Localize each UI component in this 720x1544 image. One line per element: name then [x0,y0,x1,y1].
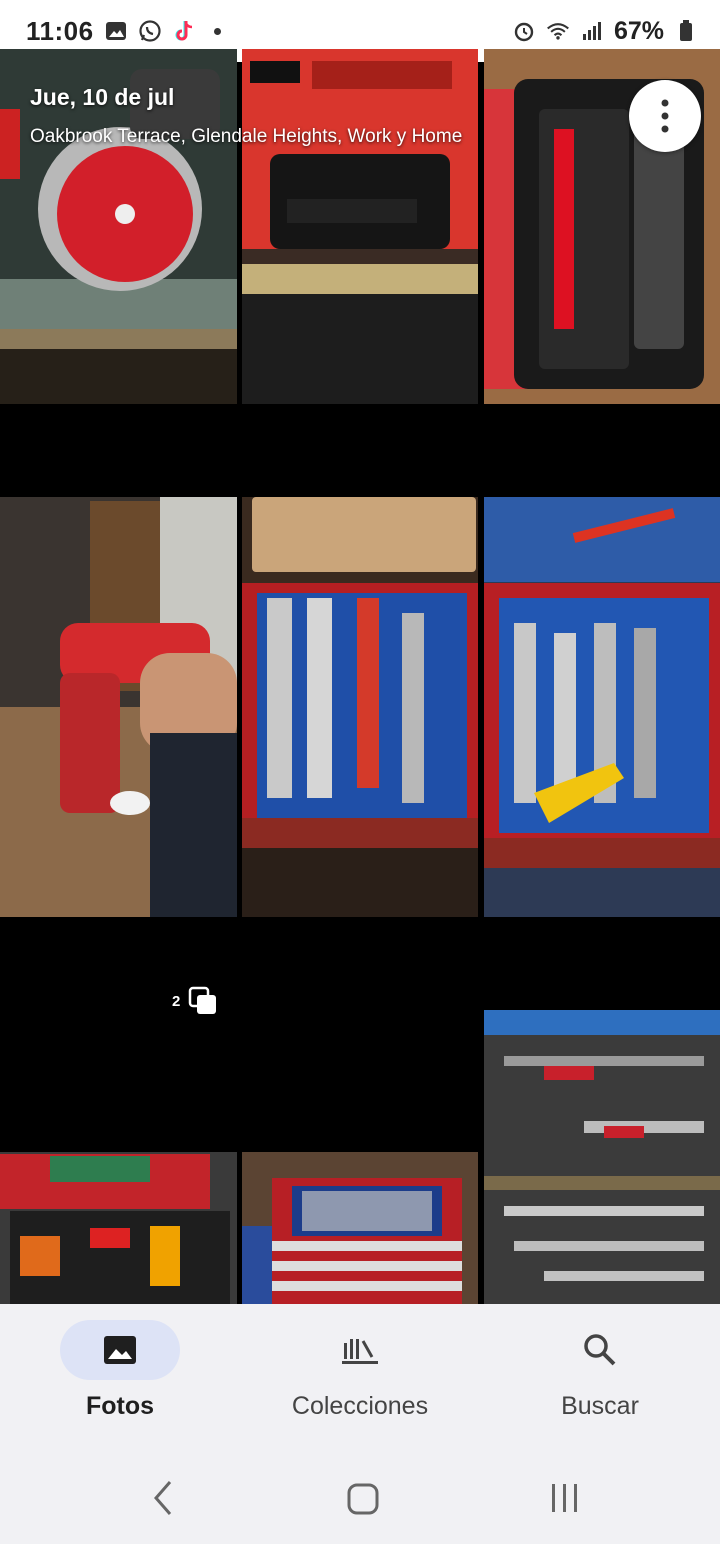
recents-button[interactable] [548,1478,582,1523]
photos-icon [104,1336,136,1364]
back-button[interactable] [150,1478,176,1523]
photo-wrench-cabinet [242,966,478,1304]
tiktok-icon [172,19,196,43]
stack-count: 2 [172,992,181,1010]
gallery-icon [104,19,128,43]
nav-collections-label: Colecciones [291,1392,429,1420]
nav-collections-pill[interactable] [300,1320,420,1380]
nav-collections[interactable]: Colecciones [260,1320,460,1421]
location-label: Oakbrook Terrace, Glendale Heights, Work… [30,126,463,147]
more-vert-icon [661,99,669,133]
photo-clamps [484,966,720,1304]
photo-heat-gun [0,453,237,960]
photo-tile[interactable] [484,453,720,960]
recents-icon [552,1484,577,1512]
photo-tile[interactable] [484,966,720,1304]
home-button[interactable] [346,1478,380,1523]
photo-pipe-wrenches [242,453,478,960]
battery-icon [674,19,698,43]
more-options-button[interactable] [629,80,701,152]
wifi-icon [546,19,570,43]
system-navigation-bar [0,1478,720,1522]
photo-tile[interactable] [242,453,478,960]
photo-tile[interactable] [0,453,237,960]
stack-icon [189,986,217,1014]
search-icon [584,1334,616,1366]
date-header: Jue, 10 de jul Oakbrook Terrace, Glendal… [30,84,462,147]
photo-adjustable-wrenches [484,453,720,960]
whatsapp-icon [138,19,162,43]
status-time: 11:06 [26,15,94,46]
battery-percent: 67% [613,16,664,45]
photo-m18-forge-box [242,49,478,447]
home-icon [347,1483,379,1515]
back-icon [154,1481,172,1515]
nav-search[interactable]: Buscar [500,1320,700,1421]
nav-photos-label: Fotos [85,1392,155,1420]
nav-search-label: Buscar [561,1392,639,1420]
photo-tile[interactable] [242,49,478,447]
stack-indicator: 2 [172,986,218,1016]
date-label: Jue, 10 de jul [30,84,175,110]
nav-photos[interactable]: Fotos [20,1320,220,1421]
photo-tile[interactable] [0,966,237,1304]
notification-dot [206,19,230,43]
photo-tool-chest [0,966,237,1304]
photo-tile[interactable] [242,966,478,1304]
alarm-icon [512,19,536,43]
nav-photos-pill[interactable] [60,1320,180,1380]
nav-search-pill[interactable] [540,1320,660,1380]
signal-icon [580,19,604,43]
collections-icon [342,1339,378,1364]
